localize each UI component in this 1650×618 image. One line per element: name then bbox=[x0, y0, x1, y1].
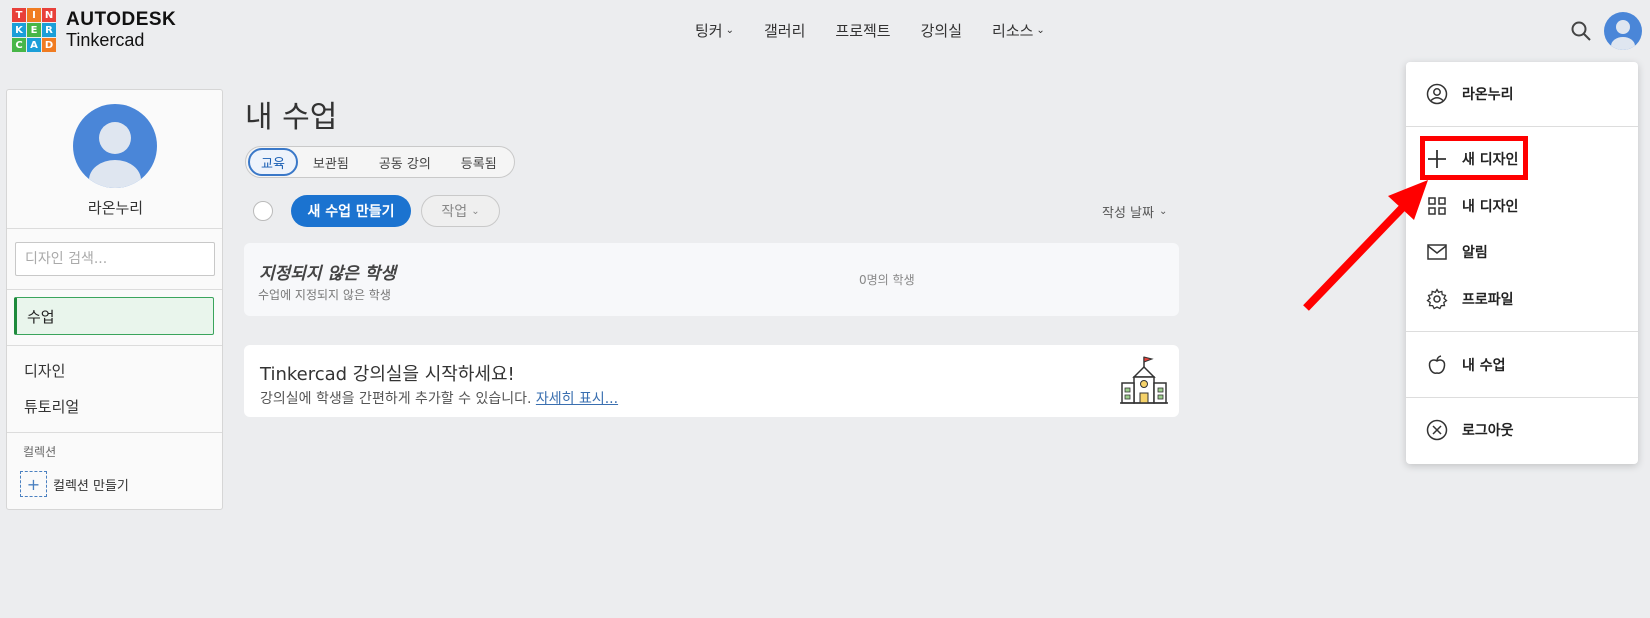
search-icon[interactable] bbox=[1570, 20, 1592, 42]
logo-letter: D bbox=[42, 38, 56, 52]
promo-title: Tinkercad 강의실을 시작하세요! bbox=[260, 364, 515, 385]
create-collection-button[interactable]: + 컬렉션 만들기 bbox=[20, 471, 129, 497]
sidebar-divider bbox=[7, 289, 222, 290]
avatar-silhouette-icon bbox=[89, 122, 141, 188]
logo-letter: A bbox=[27, 38, 41, 52]
actions-dropdown[interactable]: 작업 ⌄ bbox=[421, 195, 500, 227]
school-building-icon bbox=[1120, 356, 1168, 404]
menu-item-my-designs[interactable]: 내 디자인 bbox=[1406, 186, 1638, 226]
sort-label: 작성 날짜 bbox=[1102, 206, 1154, 221]
left-sidebar: 라온누리 수업 디자인 튜토리얼 컬렉션 + 컬렉션 만들기 bbox=[6, 89, 223, 510]
nav-resources[interactable]: 리소스 ⌄ bbox=[992, 20, 1045, 41]
menu-divider bbox=[1406, 331, 1638, 332]
new-class-button[interactable]: 새 수업 만들기 bbox=[291, 195, 411, 227]
sidebar-item-classes[interactable]: 수업 bbox=[14, 297, 214, 335]
classroom-promo-card: Tinkercad 강의실을 시작하세요! 강의실에 학생을 간편하게 추가할 … bbox=[244, 345, 1179, 417]
main-nav: 팅커 ⌄ 갤러리 프로젝트 강의실 리소스 ⌄ bbox=[695, 20, 1045, 41]
learn-more-link[interactable]: 자세히 표시... bbox=[536, 391, 618, 407]
nav-classrooms[interactable]: 강의실 bbox=[921, 20, 962, 41]
logo-letter: N bbox=[42, 8, 56, 22]
logo-letter: T bbox=[12, 8, 26, 22]
annotation-arrow-icon bbox=[1303, 180, 1428, 311]
menu-item-logout[interactable]: 로그아웃 bbox=[1406, 410, 1638, 450]
menu-item-notifications[interactable]: 알림 bbox=[1406, 232, 1638, 272]
unassigned-subtitle: 수업에 지정되지 않은 학생 bbox=[258, 288, 391, 302]
logo-letter: R bbox=[42, 23, 56, 37]
apple-icon bbox=[1428, 355, 1446, 374]
select-all-checkbox[interactable] bbox=[253, 201, 273, 221]
page-title: 내 수업 bbox=[245, 100, 338, 135]
user-dropdown-menu: 라온누리 새 디자인 내 디자인 알림 프로파일 내 수업 로그아웃 bbox=[1406, 62, 1638, 464]
sidebar-item-tutorials[interactable]: 튜토리얼 bbox=[24, 396, 79, 417]
brand-wordmark[interactable]: AUTODESK Tinkercad bbox=[66, 9, 177, 51]
user-circle-icon bbox=[1426, 83, 1448, 105]
brand-autodesk: AUTODESK bbox=[66, 9, 177, 30]
promo-text: 강의실에 학생을 간편하게 추가할 수 있습니다. 자세히 표시... bbox=[260, 391, 619, 407]
plus-icon: + bbox=[20, 471, 47, 497]
chevron-down-icon: ⌄ bbox=[1036, 25, 1045, 36]
tinkercad-logo[interactable]: TIN KER CAD bbox=[12, 8, 56, 52]
tab-archived[interactable]: 보관됨 bbox=[298, 148, 364, 176]
logo-letter: E bbox=[27, 23, 41, 37]
sidebar-divider bbox=[7, 228, 222, 229]
menu-item-profile[interactable]: 프로파일 bbox=[1406, 279, 1638, 319]
menu-divider bbox=[1406, 397, 1638, 398]
chevron-down-icon: ⌄ bbox=[471, 205, 480, 217]
nav-tinker[interactable]: 팅커 ⌄ bbox=[695, 20, 734, 41]
brand-tinkercad: Tinkercad bbox=[66, 30, 145, 50]
actions-label: 작업 bbox=[441, 204, 468, 220]
menu-item-profile-name[interactable]: 라온누리 bbox=[1406, 74, 1638, 114]
sort-dropdown[interactable]: 작성 날짜 ⌄ bbox=[1102, 202, 1167, 221]
tab-education[interactable]: 교육 bbox=[248, 148, 298, 176]
nav-projects[interactable]: 프로젝트 bbox=[835, 20, 890, 41]
chevron-down-icon: ⌄ bbox=[1158, 206, 1168, 217]
logo-letter: C bbox=[12, 38, 26, 52]
menu-divider bbox=[1406, 126, 1638, 127]
logo-letter: K bbox=[12, 23, 26, 37]
profile-avatar[interactable] bbox=[73, 104, 157, 188]
menu-item-my-classes[interactable]: 내 수업 bbox=[1406, 345, 1638, 385]
avatar-silhouette-icon bbox=[1611, 20, 1635, 50]
sidebar-divider bbox=[7, 345, 222, 346]
create-collection-label: 컬렉션 만들기 bbox=[53, 478, 129, 494]
top-nav-bar: TIN KER CAD AUTODESK Tinkercad 팅커 ⌄ 갤러리 프로젝… bbox=[0, 0, 1650, 66]
tab-enrolled[interactable]: 등록됨 bbox=[446, 148, 512, 176]
sidebar-item-designs[interactable]: 디자인 bbox=[24, 360, 65, 381]
class-tabs: 교육 보관됨 공동 강의 등록됨 bbox=[245, 146, 515, 178]
logo-letter: I bbox=[27, 8, 41, 22]
collections-heading: 컬렉션 bbox=[23, 445, 57, 459]
student-count: 0명의 학생 bbox=[859, 273, 915, 287]
unassigned-students-card[interactable]: 지정되지 않은 학생 수업에 지정되지 않은 학생 0명의 학생 bbox=[244, 243, 1179, 316]
design-search-input[interactable] bbox=[15, 242, 215, 276]
unassigned-title: 지정되지 않은 학생 bbox=[259, 264, 396, 284]
profile-name: 라온누리 bbox=[87, 199, 144, 217]
close-circle-icon bbox=[1426, 419, 1448, 441]
user-avatar[interactable] bbox=[1604, 12, 1642, 50]
chevron-down-icon: ⌄ bbox=[725, 25, 734, 36]
tab-co-teaching[interactable]: 공동 강의 bbox=[364, 148, 446, 176]
sidebar-divider bbox=[7, 432, 222, 433]
nav-gallery[interactable]: 갤러리 bbox=[764, 20, 805, 41]
